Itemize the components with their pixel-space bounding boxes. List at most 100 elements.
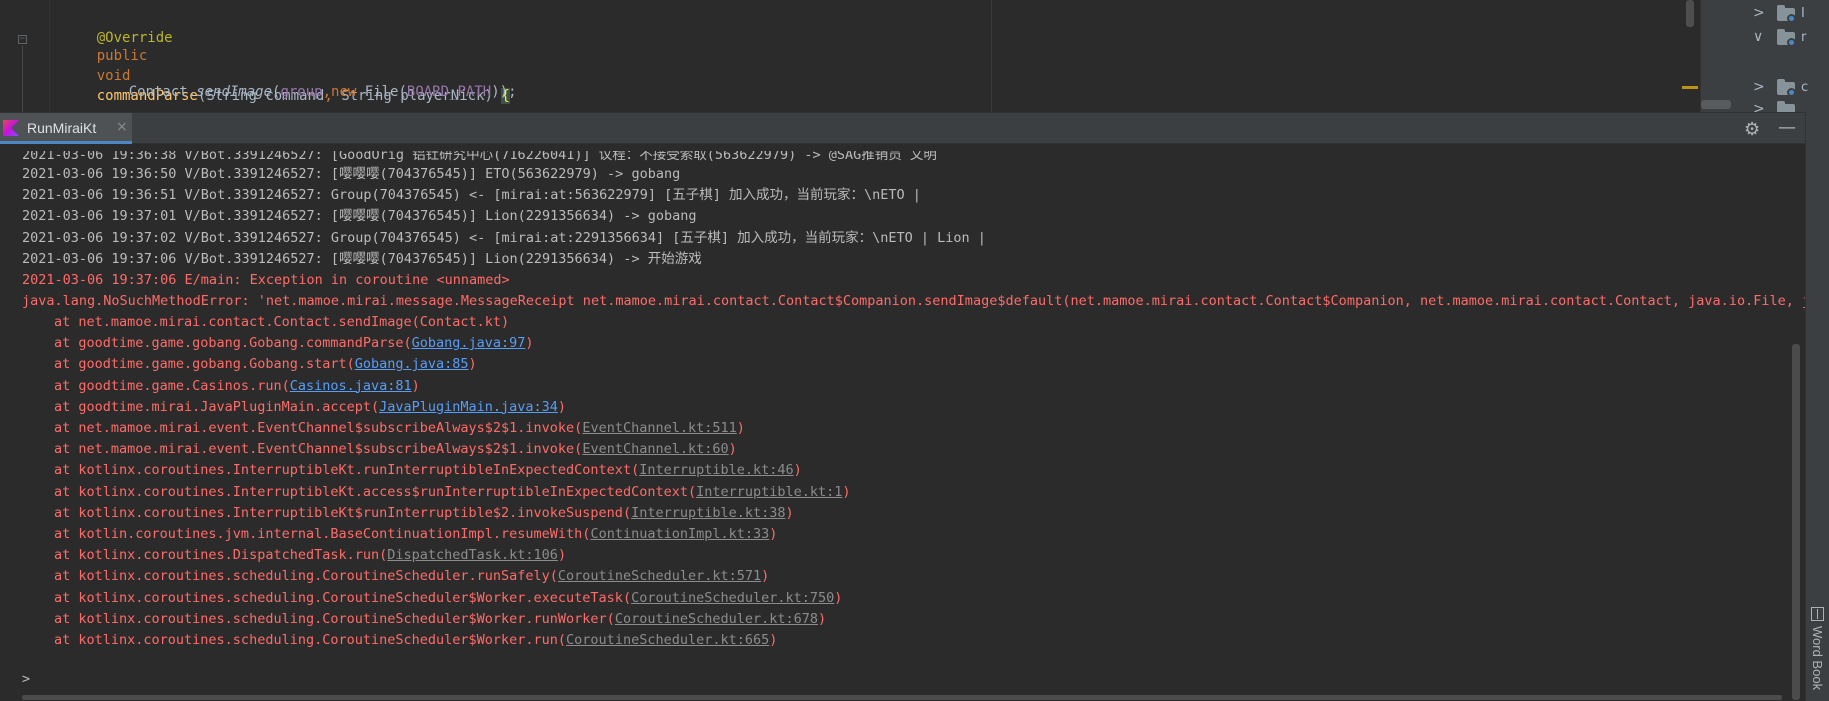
source-location-link[interactable]: CoroutineScheduler.kt:571	[558, 568, 761, 584]
stack-frame-suffix: )	[785, 504, 794, 521]
fold-collapse-icon[interactable]: −	[18, 35, 27, 44]
book-icon[interactable]	[1811, 607, 1824, 621]
run-console-output[interactable]: 2021-03-06 19:36:38 V/Bot.3391246527: [G…	[0, 144, 1805, 701]
log-line: 2021-03-06 19:36:50 V/Bot.3391246527: [嘤…	[22, 166, 681, 182]
tree-row[interactable]: > I	[1701, 3, 1829, 25]
source-location-link[interactable]: Interruptible.kt:1	[696, 484, 842, 500]
editor-vertical-scrollbar[interactable]	[1686, 0, 1694, 27]
module-config-icon	[1787, 88, 1796, 97]
source-location-link[interactable]: EventChannel.kt:60	[582, 441, 728, 457]
chevron-right-icon[interactable]: >	[1753, 79, 1765, 95]
code-editor[interactable]: − @Override public void commandParse(Str…	[0, 0, 1700, 112]
source-location-link[interactable]: Interruptible.kt:38	[631, 505, 785, 521]
source-location-link[interactable]: Casinos.java:81	[290, 378, 412, 394]
call-comma: ,	[322, 84, 332, 100]
right-tool-strip: Word Book	[1805, 112, 1829, 701]
project-tree-horizontal-scrollbar[interactable]	[1701, 100, 1731, 109]
stack-frame-suffix: )	[769, 526, 778, 542]
tree-item-label: c	[1801, 80, 1809, 95]
call-method: sendImage	[196, 84, 273, 100]
stack-frame-method: at kotlin.coroutines.jvm.internal.BaseCo…	[54, 526, 591, 542]
stack-frame-method: at kotlinx.coroutines.DispatchedTask.run…	[54, 547, 388, 564]
stack-frame-method: at net.mamoe.mirai.event.EventChannel$su…	[54, 441, 583, 458]
call-arg-board-path: BOARD_PATH	[406, 84, 492, 100]
stack-frame: at net.mamoe.mirai.event.EventChannel$su…	[54, 418, 745, 439]
stack-frame-suffix: )	[468, 356, 477, 373]
module-folder-icon	[1777, 101, 1795, 112]
exception-message: java.lang.NoSuchMethodError: 'net.mamoe.…	[22, 293, 1805, 309]
source-location-link[interactable]: Interruptible.kt:46	[639, 462, 793, 478]
stack-frame: at kotlinx.coroutines.scheduling.Corouti…	[54, 630, 777, 651]
source-location-link[interactable]: JavaPluginMain.java:34	[379, 399, 558, 415]
stack-frame-suffix: )	[557, 547, 567, 564]
close-tab-icon[interactable]: ×	[116, 119, 128, 135]
stack-frame-method: at goodtime.game.gobang.Gobang.start(	[54, 356, 355, 373]
log-line: 2021-03-06 19:37:06 V/Bot.3391246527: [嘤…	[22, 251, 702, 267]
code-line-send-image[interactable]: Contact.sendImage(group,new File(BOARD_P…	[95, 62, 517, 112]
stack-frame-method: at net.mamoe.mirai.event.EventChannel$su…	[54, 420, 583, 436]
stack-frame-suffix: )	[411, 377, 420, 394]
tree-item-label: I	[1801, 6, 1805, 21]
stack-frame: at goodtime.game.gobang.Gobang.start(Gob…	[54, 354, 477, 375]
tree-row[interactable]: > c	[1701, 77, 1829, 99]
stack-frame: at goodtime.game.Casinos.run(Casinos.jav…	[54, 376, 420, 397]
chevron-down-icon[interactable]: ∨	[1753, 29, 1763, 45]
gear-icon[interactable]: ⚙	[1744, 119, 1760, 140]
stack-frame: at kotlinx.coroutines.scheduling.Corouti…	[54, 588, 842, 609]
stack-frame-suffix: )	[728, 441, 737, 458]
error-log-line: 2021-03-06 19:37:06 E/main: Exception in…	[22, 272, 510, 288]
run-tab-label: RunMiraiKt	[27, 120, 97, 136]
stack-frame-method: at kotlinx.coroutines.scheduling.Corouti…	[54, 632, 567, 648]
stack-frame-suffix: )	[761, 568, 770, 585]
stack-frame: at kotlin.coroutines.jvm.internal.BaseCo…	[54, 524, 777, 545]
run-tab[interactable]: RunMiraiKt ×	[0, 113, 132, 144]
stack-frame-suffix: )	[842, 483, 851, 500]
word-book-tool-button[interactable]: Word Book	[1810, 626, 1825, 690]
call-arg-group: group	[280, 84, 323, 100]
log-line: 2021-03-06 19:37:01 V/Bot.3391246527: [嘤…	[22, 208, 697, 224]
stack-frame: at net.mamoe.mirai.event.EventChannel$su…	[54, 439, 737, 460]
minimize-icon[interactable]: —	[1778, 117, 1796, 138]
editor-gutter[interactable]: −	[0, 0, 50, 112]
stack-frame-method: at kotlinx.coroutines.InterruptibleKt.ru…	[54, 462, 640, 479]
log-line: 2021-03-06 19:36:51 V/Bot.3391246527: Gr…	[22, 187, 921, 203]
source-location-link[interactable]: CoroutineScheduler.kt:678	[615, 611, 818, 627]
stack-frame-suffix: )	[769, 632, 778, 648]
source-location-link[interactable]: EventChannel.kt:511	[582, 420, 736, 436]
stack-frame-suffix: )	[834, 589, 843, 606]
editor-warning-stripe[interactable]	[1682, 86, 1698, 89]
tree-row[interactable]: ∨ r	[1701, 27, 1829, 49]
chevron-right-icon[interactable]: >	[1753, 5, 1765, 21]
module-config-icon	[1787, 38, 1796, 47]
stack-frame-method: at kotlinx.coroutines.scheduling.Corouti…	[54, 610, 615, 627]
stack-frame: at kotlinx.coroutines.InterruptibleKt.ru…	[54, 460, 802, 481]
stack-frame-method: at kotlinx.coroutines.scheduling.Corouti…	[54, 568, 558, 585]
stack-frame-suffix: )	[793, 462, 802, 479]
right-margin-guide	[991, 0, 992, 112]
source-location-link[interactable]: Gobang.java:85	[355, 356, 469, 372]
source-location-link[interactable]: CoroutineScheduler.kt:750	[631, 590, 834, 606]
stack-frame-method: at goodtime.game.Casinos.run(	[54, 377, 290, 394]
fold-guide-line	[22, 46, 23, 112]
source-location-link[interactable]: DispatchedTask.kt:106	[387, 547, 558, 563]
stack-frame: at kotlinx.coroutines.scheduling.Corouti…	[54, 609, 826, 630]
stack-frame: at kotlinx.coroutines.InterruptibleKt$ru…	[54, 503, 794, 524]
console-input-prompt[interactable]: >	[22, 671, 30, 687]
tree-item-label: r	[1801, 30, 1807, 45]
stack-frame-suffix: )	[818, 610, 827, 627]
keyword-new: new	[331, 84, 357, 100]
console-vertical-scrollbar[interactable]	[1792, 344, 1800, 700]
module-config-icon	[1787, 14, 1796, 23]
console-horizontal-scrollbar[interactable]	[22, 695, 1782, 700]
chevron-right-icon[interactable]: >	[1753, 101, 1765, 112]
stack-frame-suffix: )	[736, 420, 745, 436]
call-paren-close: ));	[491, 84, 517, 100]
stack-frame-method: at kotlinx.coroutines.scheduling.Corouti…	[54, 589, 632, 606]
source-location-link[interactable]: CoroutineScheduler.kt:665	[566, 632, 769, 648]
stack-frame: at net.mamoe.mirai.contact.Contact.sendI…	[54, 312, 509, 333]
project-tree-panel[interactable]: > I ∨ r > c >	[1700, 0, 1829, 112]
log-line: 2021-03-06 19:36:38 V/Bot.3391246527: [G…	[22, 147, 937, 163]
stack-frame-method: at goodtime.mirai.JavaPluginMain.accept(	[54, 398, 380, 415]
source-location-link[interactable]: Gobang.java:97	[412, 335, 526, 351]
source-location-link[interactable]: ContinuationImpl.kt:33	[590, 526, 769, 542]
